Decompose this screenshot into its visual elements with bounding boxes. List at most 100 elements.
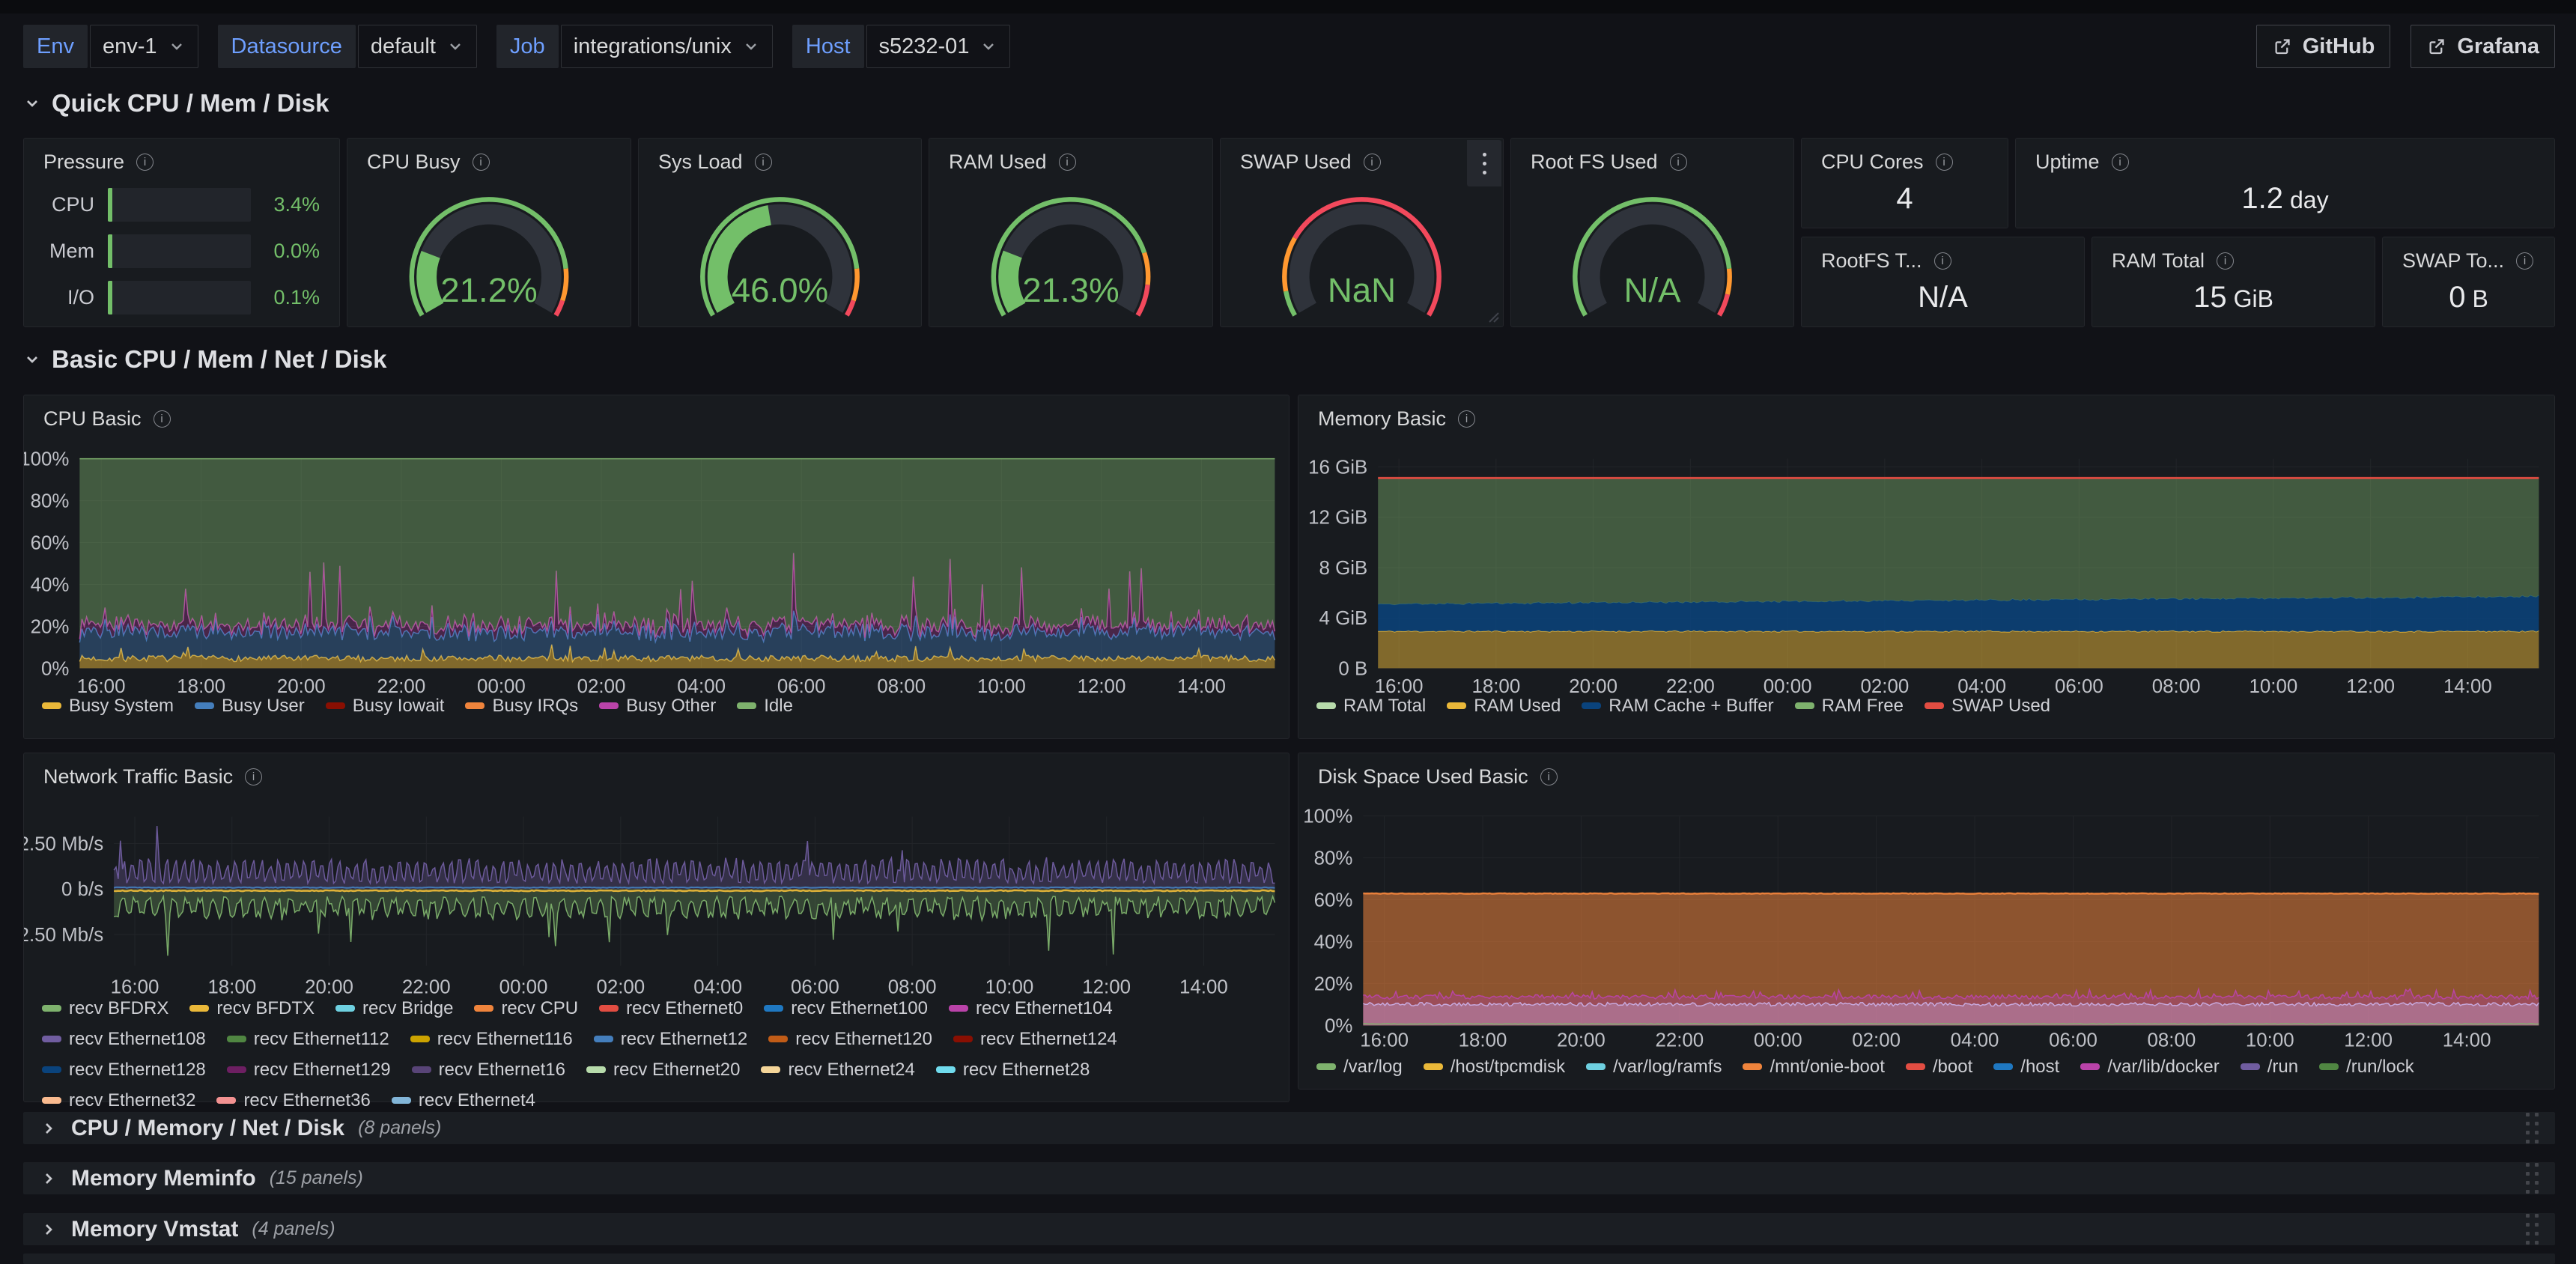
info-icon[interactable]: i — [154, 410, 171, 428]
info-icon[interactable]: i — [1934, 252, 1951, 270]
chevron-down-icon — [446, 37, 464, 55]
legend-item[interactable]: Busy System — [42, 690, 174, 721]
window-top-strip — [0, 0, 2576, 13]
legend-item[interactable]: recv Ethernet116 — [410, 1024, 573, 1054]
legend-swatch — [392, 1097, 411, 1104]
info-icon[interactable]: i — [473, 154, 490, 171]
legend-item[interactable]: RAM Cache + Buffer — [1582, 690, 1773, 721]
legend-item[interactable]: /var/log — [1316, 1051, 1403, 1082]
variable-env-select[interactable]: env-1 — [90, 25, 198, 68]
legend-item[interactable]: SWAP Used — [1925, 690, 2050, 721]
panel-title[interactable]: Network Traffic Basici — [43, 765, 262, 789]
chevron-down-icon — [742, 37, 760, 55]
legend-item[interactable]: recv Ethernet120 — [768, 1024, 932, 1054]
legend-item[interactable]: /boot — [1906, 1051, 1972, 1082]
legend-item[interactable]: RAM Free — [1795, 690, 1904, 721]
panel-title[interactable]: Root FS Usedi — [1531, 151, 1687, 174]
legend-item[interactable]: recv Ethernet129 — [227, 1054, 391, 1085]
panel-title[interactable]: Sys Loadi — [658, 151, 772, 174]
legend-item[interactable]: recv Bridge — [335, 993, 453, 1024]
legend-item[interactable]: recv Ethernet36 — [216, 1085, 370, 1116]
legend-item[interactable]: recv Ethernet12 — [594, 1024, 747, 1054]
variable-job-select[interactable]: integrations/unix — [561, 25, 773, 68]
legend-item[interactable]: recv Ethernet128 — [42, 1054, 206, 1085]
legend-item[interactable]: recv Ethernet124 — [953, 1024, 1117, 1054]
legend-item[interactable]: Busy Other — [599, 690, 716, 721]
disk-space-chart[interactable]: 0%20%40%60%80%100%16:0018:0020:0022:0000… — [1298, 753, 2554, 1089]
row-drag-handle[interactable] — [2526, 1214, 2539, 1245]
info-icon[interactable]: i — [1364, 154, 1381, 171]
row-drag-handle[interactable] — [2526, 1163, 2539, 1194]
panel-title[interactable]: RAM Usedi — [949, 151, 1076, 174]
legend-item[interactable]: recv Ethernet0 — [599, 993, 743, 1024]
github-link-button[interactable]: GitHub — [2256, 25, 2391, 68]
legend-item[interactable]: recv Ethernet4 — [392, 1085, 535, 1116]
panel-title[interactable]: Disk Space Used Basici — [1318, 765, 1558, 789]
panel-title[interactable]: Memory Basici — [1318, 407, 1475, 431]
info-icon[interactable]: i — [1936, 154, 1953, 171]
panel-title[interactable]: RootFS T...i — [1821, 249, 1951, 273]
legend-item[interactable]: /host — [1993, 1051, 2059, 1082]
row-header-quick-cpu-mem-disk[interactable]: Quick CPU / Mem / Disk — [23, 88, 329, 118]
panel-title[interactable]: SWAP Usedi — [1240, 151, 1381, 174]
legend-item[interactable]: /var/log/ramfs — [1586, 1051, 1722, 1082]
memory-basic-chart[interactable]: 0 B4 GiB8 GiB12 GiB16 GiB16:0018:0020:00… — [1298, 395, 2554, 738]
info-icon[interactable]: i — [245, 768, 262, 786]
panel-resize-handle[interactable] — [1489, 312, 1499, 323]
legend-item[interactable]: Busy Iowait — [326, 690, 445, 721]
legend-item[interactable]: recv Ethernet104 — [949, 993, 1113, 1024]
panel-title[interactable]: RAM Totali — [2112, 249, 2234, 273]
info-icon[interactable]: i — [2516, 252, 2533, 270]
legend-item[interactable]: recv CPU — [474, 993, 578, 1024]
legend-item[interactable]: recv BFDTX — [189, 993, 315, 1024]
panel-title[interactable]: CPU Basici — [43, 407, 171, 431]
legend-item[interactable]: recv Ethernet24 — [761, 1054, 914, 1085]
row-partial-next[interactable] — [23, 1254, 2555, 1264]
legend-item[interactable]: /var/lib/docker — [2080, 1051, 2219, 1082]
legend-item[interactable]: recv Ethernet108 — [42, 1024, 206, 1054]
legend-item[interactable]: /mnt/onie-boot — [1743, 1051, 1884, 1082]
panel-title[interactable]: Uptimei — [2035, 151, 2129, 174]
variable-host-select[interactable]: s5232-01 — [866, 25, 1011, 68]
panel-title[interactable]: CPU Coresi — [1821, 151, 1953, 174]
panel-title[interactable]: CPU Busyi — [367, 151, 490, 174]
info-icon[interactable]: i — [1670, 154, 1687, 171]
legend-item[interactable]: RAM Used — [1447, 690, 1561, 721]
row-memory-vmstat[interactable]: Memory Vmstat (4 panels) — [23, 1213, 2555, 1245]
legend-item[interactable]: /run/lock — [2319, 1051, 2414, 1082]
variable-datasource-select[interactable]: default — [358, 25, 477, 68]
info-icon[interactable]: i — [136, 154, 154, 171]
legend-item[interactable]: recv Ethernet100 — [764, 993, 928, 1024]
row-cpu-memory-net-disk[interactable]: CPU / Memory / Net / Disk (8 panels) — [23, 1112, 2555, 1144]
info-icon[interactable]: i — [1059, 154, 1076, 171]
info-icon[interactable]: i — [2217, 252, 2234, 270]
legend-item[interactable]: Busy User — [195, 690, 305, 721]
info-icon[interactable]: i — [755, 154, 772, 171]
info-icon[interactable]: i — [1540, 768, 1558, 786]
row-drag-handle[interactable] — [2526, 1113, 2539, 1143]
legend-swatch — [737, 702, 756, 709]
legend-item[interactable]: Busy IRQs — [465, 690, 578, 721]
legend-item[interactable]: RAM Total — [1316, 690, 1426, 721]
panel-title[interactable]: Pressure i — [43, 151, 154, 174]
pressure-label: Mem — [43, 240, 94, 263]
legend-item[interactable]: recv Ethernet112 — [227, 1024, 389, 1054]
legend-swatch — [936, 1066, 956, 1073]
legend-item[interactable]: recv Ethernet28 — [936, 1054, 1090, 1085]
legend-item[interactable]: /run — [2241, 1051, 2298, 1082]
legend-item[interactable]: Idle — [737, 690, 793, 721]
info-icon[interactable]: i — [2112, 154, 2129, 171]
panel-title[interactable]: SWAP To...i — [2402, 249, 2533, 273]
legend-item[interactable]: /host/tpcmdisk — [1424, 1051, 1565, 1082]
legend-item[interactable]: recv Ethernet20 — [586, 1054, 740, 1085]
row-title: Quick CPU / Mem / Disk — [52, 89, 329, 118]
info-icon[interactable]: i — [1458, 410, 1475, 428]
row-memory-meminfo[interactable]: Memory Meminfo (15 panels) — [23, 1162, 2555, 1194]
legend-item[interactable]: recv BFDRX — [42, 993, 168, 1024]
legend-item[interactable]: recv Ethernet16 — [412, 1054, 565, 1085]
cpu-basic-chart[interactable]: 0%20%40%60%80%100%16:0018:0020:0022:0000… — [24, 395, 1289, 738]
grafana-link-button[interactable]: Grafana — [2411, 25, 2555, 68]
row-header-basic-cpu-mem-net-disk[interactable]: Basic CPU / Mem / Net / Disk — [23, 344, 386, 374]
legend-item[interactable]: recv Ethernet32 — [42, 1085, 195, 1116]
svg-text:21.3%: 21.3% — [1022, 271, 1119, 309]
